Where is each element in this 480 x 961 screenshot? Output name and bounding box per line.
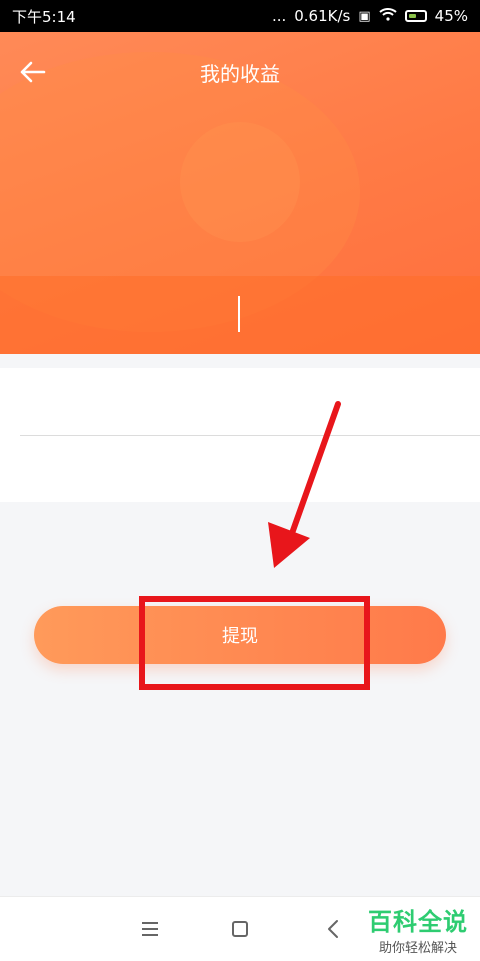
annotation-highlight-box	[139, 596, 370, 690]
watermark-sub: 助你轻松解决	[378, 941, 457, 956]
annotation-overlay	[139, 401, 370, 690]
home-icon[interactable]	[226, 915, 254, 943]
back-nav-icon[interactable]	[320, 915, 348, 943]
annotation-arrow-line	[282, 401, 341, 556]
menu-icon[interactable]	[136, 915, 164, 943]
annotation-arrow-head	[268, 522, 310, 568]
watermark-main: 百科全说	[368, 908, 468, 936]
watermark-logo: 百科全说 助你轻松解决	[368, 902, 468, 956]
